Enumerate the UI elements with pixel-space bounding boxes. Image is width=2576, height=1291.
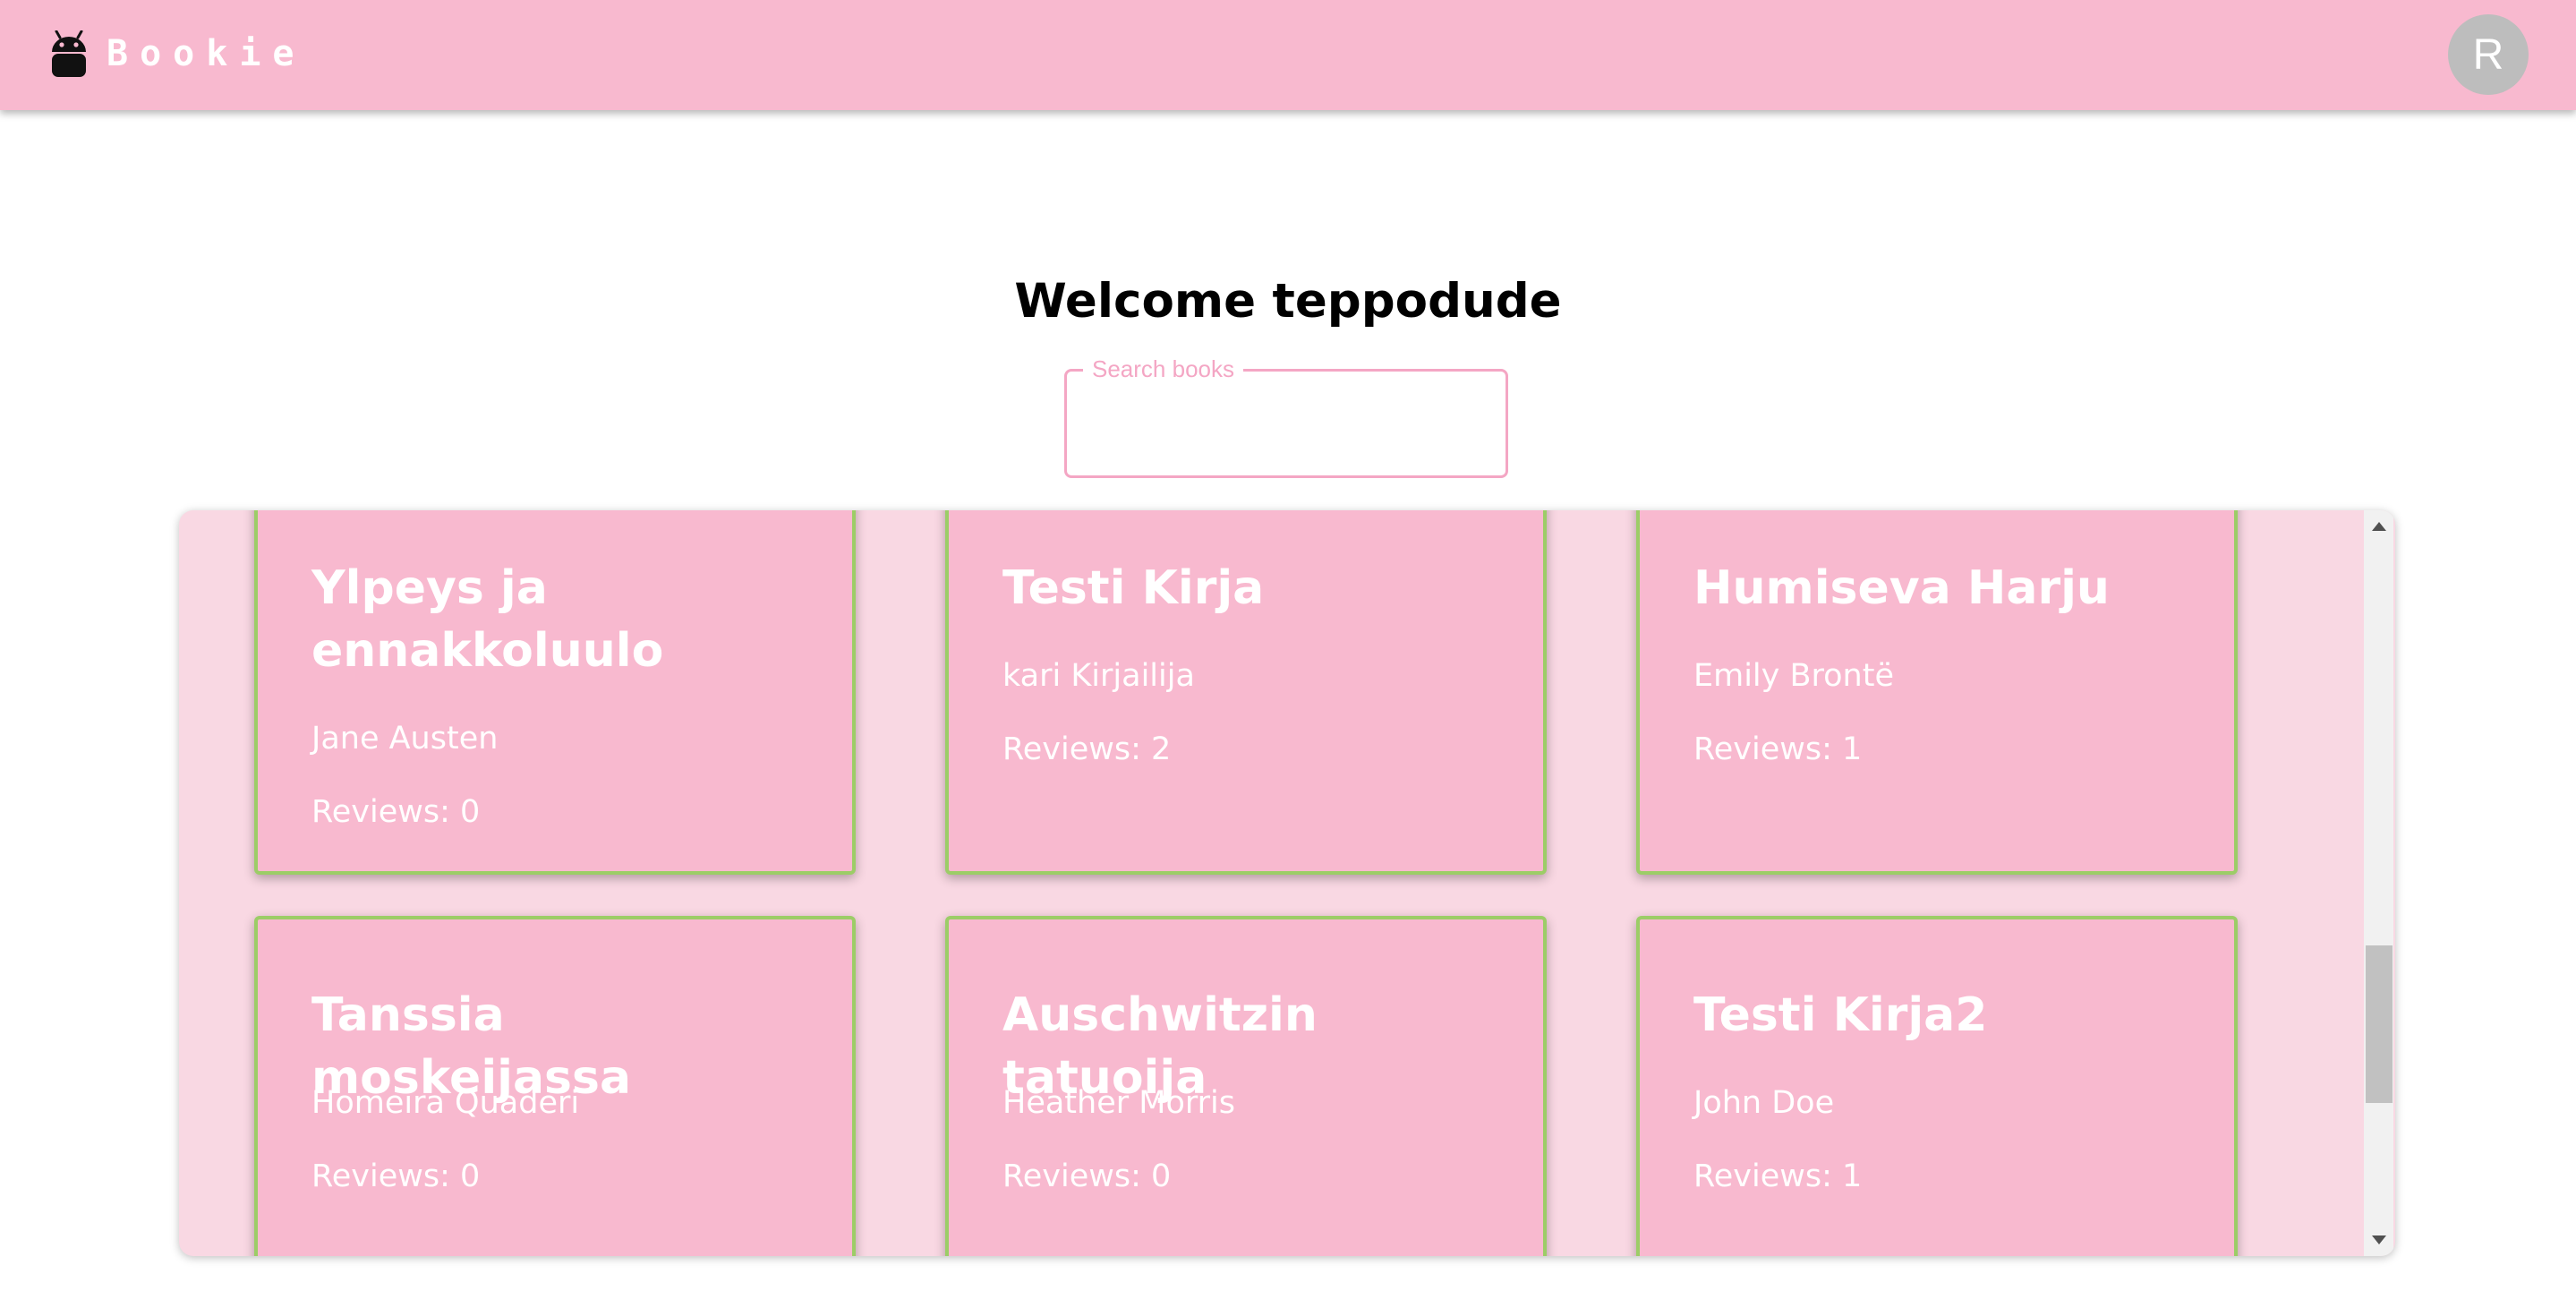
- book-reviews: Reviews: 1: [1693, 1158, 1863, 1194]
- book-card[interactable]: Testi Kirja2 John Doe Reviews: 1: [1636, 916, 2238, 1256]
- book-card[interactable]: Humiseva Harju Emily Brontë Reviews: 1: [1636, 510, 2238, 875]
- book-author: Emily Brontë: [1693, 658, 1894, 694]
- book-reviews: Reviews: 0: [1002, 1158, 1172, 1194]
- scrollbar-thumb[interactable]: [2366, 945, 2393, 1103]
- book-card[interactable]: Tanssia moskeijassa Homeira Quaderi Revi…: [254, 916, 856, 1256]
- scroll-up-arrow-icon[interactable]: [2372, 522, 2386, 531]
- book-author: John Doe: [1693, 1085, 1835, 1121]
- book-card[interactable]: Ylpeys ja ennakkoluulo Jane Austen Revie…: [254, 510, 856, 875]
- book-author: Heather Morris: [1002, 1085, 1235, 1121]
- book-author: Jane Austen: [311, 721, 499, 757]
- book-title: Ylpeys ja ennakkoluulo: [311, 561, 664, 678]
- book-reviews: Reviews: 2: [1002, 731, 1172, 767]
- book-title: Humiseva Harju: [1693, 561, 2110, 615]
- search-input[interactable]: [1085, 407, 1491, 463]
- app-brand[interactable]: Bookie: [107, 32, 306, 75]
- book-reviews: Reviews: 1: [1693, 731, 1863, 767]
- book-card[interactable]: Auschwitzin tatuoija Heather Morris Revi…: [945, 916, 1547, 1256]
- book-author: Homeira Quaderi: [311, 1085, 580, 1121]
- book-title: Testi Kirja2: [1693, 988, 1988, 1042]
- scroll-down-arrow-icon[interactable]: [2372, 1235, 2386, 1244]
- android-icon[interactable]: [49, 30, 89, 79]
- search-label: Search books: [1083, 354, 1243, 384]
- search-field[interactable]: Search books: [1064, 354, 1508, 478]
- book-author: kari Kirjailija: [1002, 658, 1195, 694]
- welcome-heading: Welcome teppodude: [1014, 274, 1562, 329]
- book-card[interactable]: Testi Kirja kari Kirjailija Reviews: 2: [945, 510, 1547, 875]
- book-title: Testi Kirja: [1002, 561, 1265, 615]
- vertical-scrollbar[interactable]: [2364, 510, 2393, 1256]
- user-avatar[interactable]: R: [2448, 14, 2529, 95]
- book-reviews: Reviews: 0: [311, 1158, 481, 1194]
- book-list-panel[interactable]: Ylpeys ja ennakkoluulo Jane Austen Revie…: [179, 510, 2395, 1256]
- app-bar: Bookie R: [0, 0, 2576, 110]
- book-reviews: Reviews: 0: [311, 794, 481, 830]
